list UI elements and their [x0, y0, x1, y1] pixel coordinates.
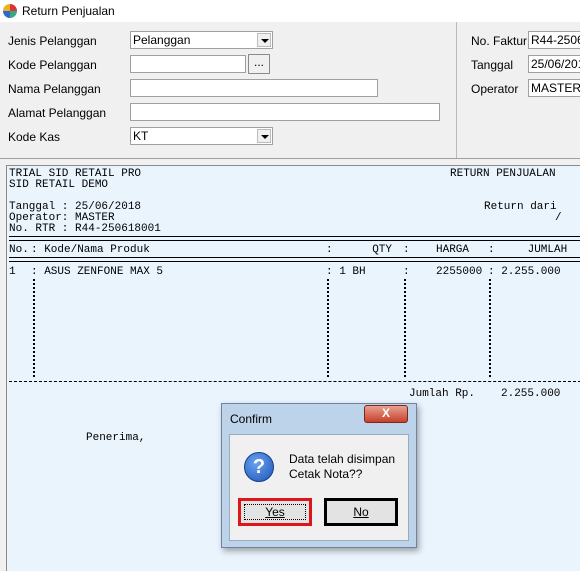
browse-customer-button[interactable]: ...	[248, 54, 270, 74]
row-produk: : ASUS ZENFONE MAX 5	[31, 266, 164, 278]
dialog-message-line1: Data telah disimpan	[289, 452, 396, 466]
alamat-pelanggan-input[interactable]	[130, 103, 440, 121]
column-header-produk: : Kode/Nama Produk	[31, 244, 150, 256]
column-divider	[327, 279, 330, 377]
report-return-dari: Return dari	[484, 201, 557, 213]
column-divider	[489, 279, 492, 377]
yes-button[interactable]: Yes	[238, 498, 312, 526]
jenis-pelanggan-select[interactable]: Pelanggan	[130, 31, 273, 49]
close-button[interactable]: X	[364, 405, 408, 423]
chevron-down-icon[interactable]	[257, 129, 271, 143]
row-harga: : 2255000	[403, 266, 483, 278]
report-title: RETURN PENJUALAN	[450, 168, 556, 180]
no-button[interactable]: No	[324, 498, 398, 526]
column-header-qty: : QTY	[326, 244, 393, 256]
report-no-rtr: No. RTR : R44-250618001	[9, 223, 161, 235]
total-value: 2.255.000	[501, 388, 561, 400]
total-label: Jumlah Rp.	[409, 388, 476, 400]
jenis-pelanggan-value: Pelanggan	[133, 33, 191, 47]
column-header-harga: : HARGA	[403, 244, 470, 256]
tanggal-input[interactable]: 25/06/2018	[528, 55, 580, 73]
confirm-dialog: Confirm X ? Data telah disimpan Cetak No…	[221, 403, 417, 548]
operator-input[interactable]: MASTER	[528, 79, 580, 97]
app-icon	[3, 4, 17, 18]
column-divider	[33, 279, 36, 377]
no-button-label: No	[353, 505, 369, 519]
kode-kas-value: KT	[133, 129, 149, 143]
title-bar: Return Penjualan	[0, 0, 580, 23]
alamat-pelanggan-label: Alamat Pelanggan	[8, 106, 107, 120]
dialog-body: ? Data telah disimpan Cetak Nota?? Yes N…	[229, 434, 409, 541]
tanggal-label: Tanggal	[471, 58, 514, 72]
report-return-dari-slash: /	[555, 212, 562, 224]
row-no: 1	[9, 266, 16, 278]
form-divider	[456, 22, 457, 158]
column-header-no: No.	[9, 244, 29, 256]
close-icon: X	[381, 406, 390, 420]
jenis-pelanggan-label: Jenis Pelanggan	[8, 34, 97, 48]
no-faktur-label: No. Faktur	[471, 34, 528, 48]
row-qty: : 1 BH	[326, 266, 366, 278]
window-title: Return Penjualan	[22, 4, 115, 18]
nama-pelanggan-label: Nama Pelanggan	[8, 82, 101, 96]
kode-pelanggan-label: Kode Pelanggan	[8, 58, 97, 72]
report-subtitle: SID RETAIL DEMO	[9, 179, 109, 191]
dialog-message-line2: Cetak Nota??	[289, 467, 363, 481]
operator-label: Operator	[471, 82, 519, 96]
yes-button-label: Yes	[265, 505, 285, 519]
kode-kas-select[interactable]: KT	[130, 127, 273, 145]
question-icon: ?	[244, 452, 274, 482]
report-separator-header	[9, 257, 580, 262]
no-faktur-input[interactable]: R44-250618001	[528, 31, 580, 49]
kode-pelanggan-input[interactable]	[130, 55, 246, 73]
report-separator-top	[9, 236, 580, 241]
kode-kas-label: Kode Kas	[8, 130, 61, 144]
nama-pelanggan-input[interactable]	[130, 79, 378, 97]
penerima-label: Penerima,	[86, 432, 146, 444]
report-separator-bottom	[9, 381, 580, 382]
column-header-jumlah: : JUMLAH	[488, 244, 568, 256]
chevron-down-icon[interactable]	[257, 33, 271, 47]
column-divider	[404, 279, 407, 377]
row-jumlah: : 2.255.000	[488, 266, 561, 278]
dialog-title: Confirm	[230, 412, 273, 426]
